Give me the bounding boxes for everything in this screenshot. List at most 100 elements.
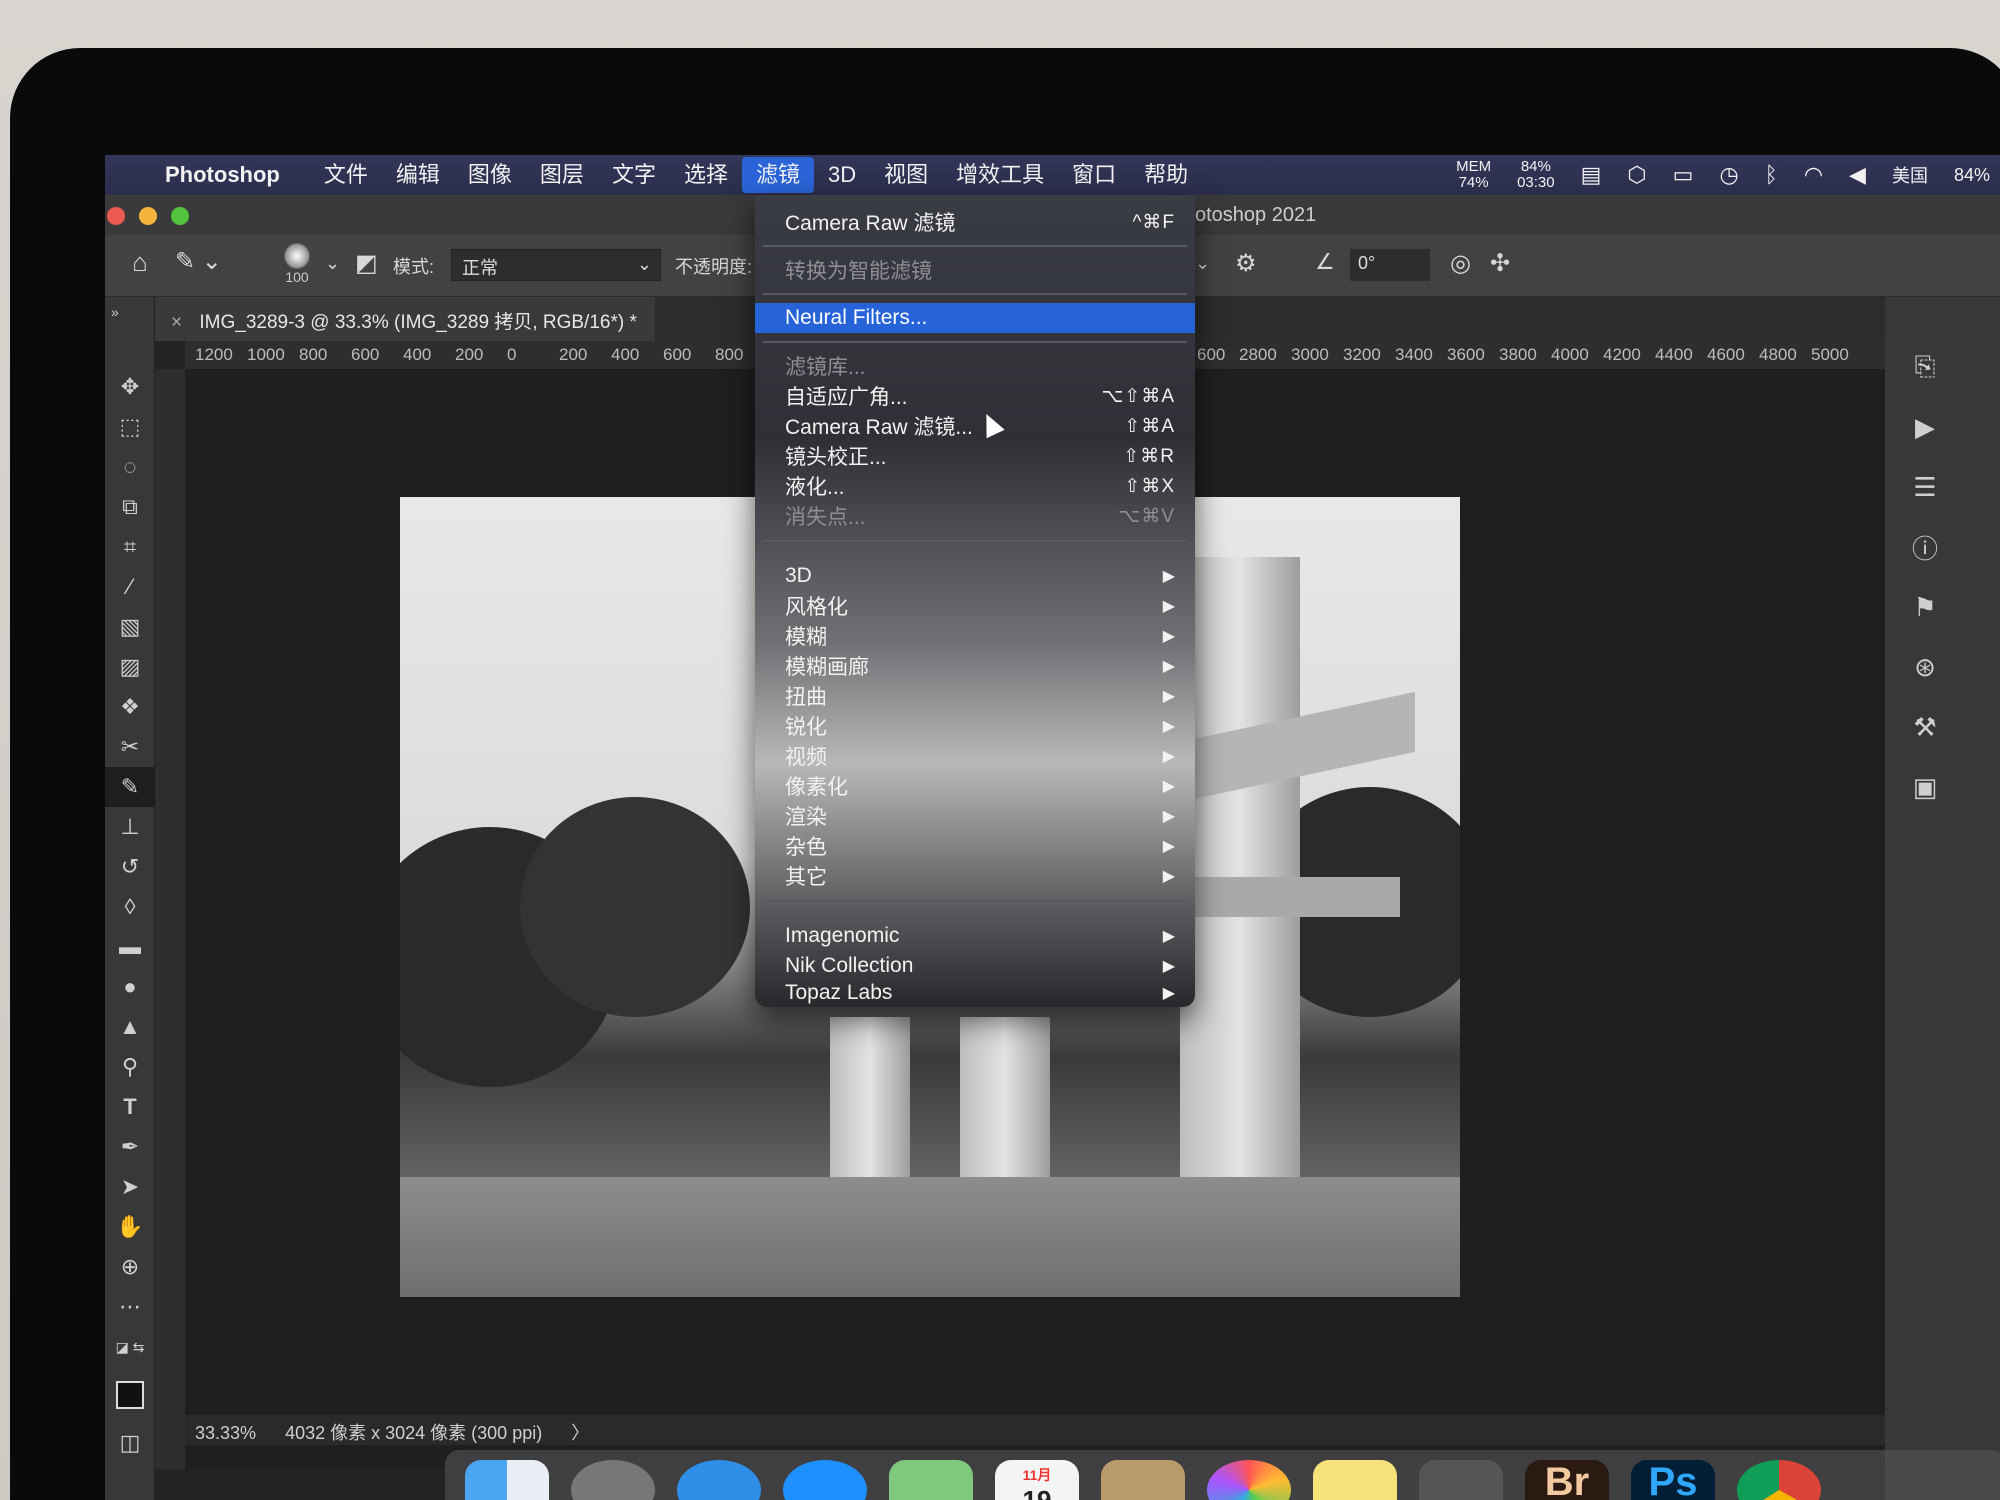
finder-icon[interactable] [465,1460,549,1500]
gear-icon[interactable]: ⚙ [1235,249,1257,278]
storage-icon[interactable]: ▤ [1581,162,1602,188]
volume-icon[interactable]: ◀ [1849,162,1866,188]
tool-presets-panel-icon[interactable]: ⚒ [1895,697,1955,757]
system-preferences-icon[interactable] [1419,1460,1503,1500]
menu-file[interactable]: 文件 [310,157,382,193]
menu-select[interactable]: 选择 [670,157,742,193]
history-brush-tool-icon[interactable]: ↺ [105,847,155,887]
submenu-imagenomic[interactable]: Imagenomic ▶ [755,921,1195,951]
menu-filter[interactable]: 滤镜 [741,157,814,193]
memory-monitor[interactable]: MEM 74% [1456,159,1491,191]
type-tool-icon[interactable]: T [105,1087,155,1127]
path-selection-tool-icon[interactable]: ➤ [105,1167,155,1207]
zoom-level[interactable]: 33.33% [195,1423,256,1443]
move-tool-icon[interactable]: ✥ [105,367,155,407]
safari-icon[interactable] [677,1460,761,1500]
submenu-noise[interactable]: 杂色 ▶ [755,831,1195,861]
close-window-button[interactable] [107,207,125,225]
sharpen-tool-icon[interactable]: ▲ [105,1007,155,1047]
menu-image[interactable]: 图像 [454,157,526,193]
mode-select[interactable]: 正常 ⌄ [451,249,661,281]
brush-settings-icon[interactable]: ◩ [355,249,378,278]
menu-item-filter-gallery[interactable]: 滤镜库... [755,351,1195,381]
menu-item-neural-filters[interactable]: Neural Filters... [755,303,1195,333]
menu-item-adaptive-wide-angle[interactable]: 自适应广角... ⌥⇧⌘A [755,381,1195,411]
submenu-sharpen[interactable]: 锐化 ▶ [755,711,1195,741]
brush-settings-panel-icon[interactable]: ⚑ [1895,577,1955,637]
adjustments-panel-icon[interactable]: ☰ [1895,457,1955,517]
libraries-panel-icon[interactable]: ▣ [1895,757,1955,817]
menu-item-liquify[interactable]: 液化... ⇧⌘X [755,471,1195,501]
menu-view[interactable]: 视图 [870,157,942,193]
submenu-video[interactable]: 视频 ▶ [755,741,1195,771]
hand-tool-icon[interactable]: ✋ [105,1207,155,1247]
submenu-stylize[interactable]: 风格化 ▶ [755,591,1195,621]
launchpad-icon[interactable] [571,1460,655,1500]
patch-tool-icon[interactable]: ▨ [105,647,155,687]
chrome-icon[interactable] [1737,1460,1821,1500]
menu-window[interactable]: 窗口 [1058,157,1130,193]
document-tab[interactable]: × IMG_3289-3 @ 33.3% (IMG_3289 拷贝, RGB/1… [155,297,655,341]
input-source[interactable]: 美国 [1892,162,1928,188]
brush-tool-preset-icon[interactable]: ✎ ⌄ [175,247,222,276]
actions-panel-icon[interactable]: ▶ [1895,397,1955,457]
menu-layer[interactable]: 图层 [526,157,598,193]
photos-icon[interactable] [1207,1460,1291,1500]
bluetooth-icon[interactable]: ᛒ [1765,162,1778,188]
symmetry-icon[interactable]: ✣ [1490,249,1510,278]
object-selection-tool-icon[interactable]: ⧉ [105,487,155,527]
pressure-icon[interactable]: ◎ [1450,249,1471,278]
status-menu-arrow[interactable]: 〉 [571,1423,589,1443]
pen-tool-icon[interactable]: ✒ [105,1127,155,1167]
angle-field[interactable]: 0° [1350,249,1430,281]
chevron-down-icon[interactable]: ⌄ [1195,253,1210,274]
menu-edit[interactable]: 编辑 [382,157,454,193]
submenu-blur[interactable]: 模糊 ▶ [755,621,1195,651]
menu-3d[interactable]: 3D [814,157,870,193]
app-menu[interactable]: Photoshop [165,162,280,188]
red-eye-tool-icon[interactable]: ✂ [105,727,155,767]
brush-size-preview[interactable]: 100 [277,243,317,285]
photoshop-icon[interactable]: Ps [1631,1460,1715,1500]
calendar-icon[interactable]: 11月 19 [995,1460,1079,1500]
shield-icon[interactable]: ⬡ [1627,162,1646,188]
background-color-swatch[interactable] [130,1395,156,1421]
submenu-3d[interactable]: 3D ▶ [755,561,1195,591]
swap-colors-icon[interactable]: ◪ ⇆ [105,1327,155,1367]
submenu-nik-collection[interactable]: Nik Collection ▶ [755,951,1195,981]
notes-icon[interactable] [1313,1460,1397,1500]
foreground-color-swatch[interactable] [116,1381,156,1421]
crop-tool-icon[interactable]: ⌗ [105,527,155,567]
menu-item-vanishing-point[interactable]: 消失点... ⌥⌘V [755,501,1195,531]
bridge-icon[interactable]: Br [1525,1460,1609,1500]
healing-brush-tool-icon[interactable]: ▧ [105,607,155,647]
maps-icon[interactable] [889,1460,973,1500]
app-store-icon[interactable] [783,1460,867,1500]
battery-right[interactable]: 84% [1954,165,1990,186]
minimize-window-button[interactable] [139,207,157,225]
submenu-blur-gallery[interactable]: 模糊画廊 ▶ [755,651,1195,681]
brush-tool-icon[interactable]: ✎ [105,767,155,807]
menu-item-lens-correction[interactable]: 镜头校正... ⇧⌘R [755,441,1195,471]
chevron-down-icon[interactable]: ⌄ [325,253,340,274]
menu-item-camera-raw-filter-dialog[interactable]: Camera Raw 滤镜... ⇧⌘A [755,411,1195,441]
eyedropper-tool-icon[interactable]: ⁄ [105,567,155,607]
zoom-tool-icon[interactable]: ⊕ [105,1247,155,1287]
eraser-tool-icon[interactable]: ◊ [105,887,155,927]
wifi-icon[interactable]: ◠ [1804,162,1823,188]
foreground-background-color[interactable] [105,1367,156,1423]
marquee-tool-icon[interactable]: ⬚ [105,407,155,447]
submenu-distort[interactable]: 扭曲 ▶ [755,681,1195,711]
battery-monitor[interactable]: 84% 03:30 [1517,159,1555,191]
home-icon[interactable]: ⌂ [105,247,175,278]
dodge-tool-icon[interactable]: ⚲ [105,1047,155,1087]
blur-tool-icon[interactable]: ● [105,967,155,1007]
content-aware-tool-icon[interactable]: ❖ [105,687,155,727]
clone-stamp-tool-icon[interactable]: ⊥ [105,807,155,847]
display-icon[interactable]: ▭ [1673,162,1694,188]
submenu-topaz-labs[interactable]: Topaz Labs ▶ [755,981,1195,1005]
lasso-tool-icon[interactable]: ◌ [105,447,155,487]
clone-source-panel-icon[interactable]: ⊛ [1895,637,1955,697]
history-panel-icon[interactable]: ⎘ [1895,337,1955,397]
submenu-pixelate[interactable]: 像素化 ▶ [755,771,1195,801]
